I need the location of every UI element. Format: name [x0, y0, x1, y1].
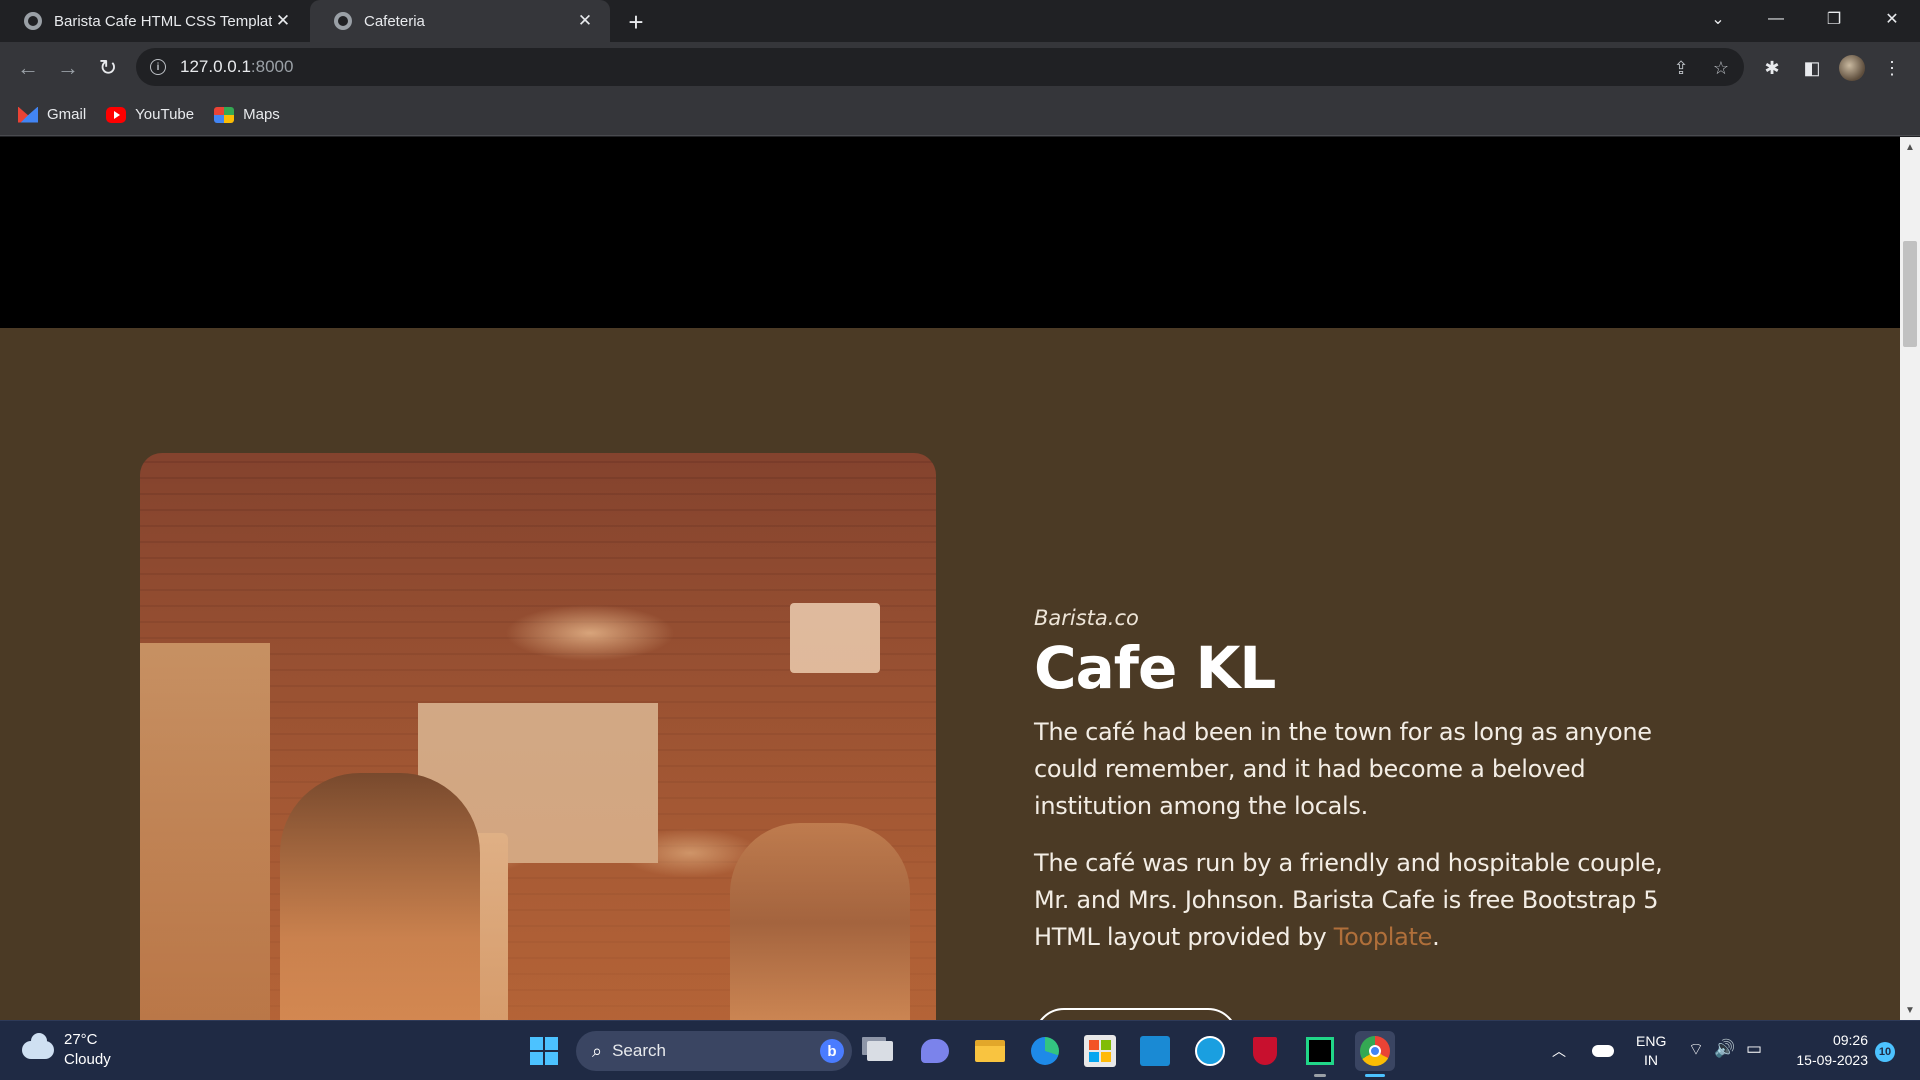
teams-chat-button[interactable] — [915, 1031, 955, 1071]
browser-menu-icon[interactable]: ⋮ — [1876, 52, 1908, 84]
globe-icon — [24, 12, 42, 30]
battery-icon[interactable]: ▭ — [1746, 1039, 1762, 1059]
clock-date[interactable]: 15-09-2023 — [1786, 1052, 1868, 1068]
show-hidden-icons-icon[interactable]: ︿ — [1552, 1041, 1566, 1061]
weather-temperature[interactable]: 27°C — [64, 1031, 98, 1048]
bookmark-label: YouTube — [135, 106, 195, 123]
tab-barista-cafe[interactable]: Barista Cafe HTML CSS Template ✕ — [0, 0, 308, 42]
avatar — [1839, 55, 1865, 81]
about-text-block: Barista.co Cafe KL The café had been in … — [1034, 606, 1694, 956]
search-icon: ⌕ — [592, 1040, 603, 1061]
bookmark-star-icon[interactable]: ☆ — [1710, 57, 1732, 79]
search-placeholder: Search — [612, 1041, 666, 1060]
gmail-icon — [18, 106, 38, 123]
extensions-icon[interactable]: ✱ — [1756, 52, 1788, 84]
task-view-button[interactable] — [860, 1031, 900, 1071]
pycharm-button[interactable] — [1300, 1031, 1340, 1077]
chrome-icon — [1360, 1036, 1390, 1066]
notification-count-badge[interactable]: 10 — [1875, 1042, 1895, 1062]
windows-taskbar: 27°C Cloudy ⌕ Search b ︿ ENG IN ⌔ 🔊 ▭ 09… — [0, 1020, 1920, 1080]
windows-logo-icon — [530, 1037, 558, 1065]
maps-icon — [214, 106, 235, 123]
language-region[interactable]: IN — [1644, 1052, 1658, 1068]
image-overlay — [140, 453, 936, 1020]
bookmark-maps[interactable]: Maps — [214, 106, 280, 123]
tab-cafeteria[interactable]: Cafeteria ✕ — [310, 0, 610, 42]
minimize-button[interactable]: — — [1748, 0, 1804, 38]
bookmark-youtube[interactable]: YouTube — [106, 106, 194, 123]
address-bar[interactable]: i 127.0.0.1 :8000 ⇪ ☆ — [136, 48, 1744, 86]
mcafee-button[interactable] — [1245, 1031, 1285, 1071]
myhp-button[interactable] — [1135, 1031, 1175, 1071]
tab-title: Cafeteria — [364, 12, 425, 30]
get-help-button[interactable] — [1190, 1031, 1230, 1071]
reload-button[interactable]: ↻ — [92, 52, 124, 84]
wifi-icon[interactable]: ⌔ — [1688, 1039, 1704, 1060]
url-port: :8000 — [250, 57, 294, 76]
edge-button[interactable] — [1025, 1031, 1065, 1071]
tooplate-link[interactable]: Tooplate — [1334, 923, 1433, 951]
scroll-up-icon[interactable]: ▲ — [1900, 137, 1920, 157]
edge-icon — [1031, 1037, 1059, 1065]
pycharm-icon — [1306, 1037, 1334, 1065]
youtube-icon — [106, 106, 127, 123]
about-kicker: Barista.co — [1034, 606, 1139, 630]
side-panel-icon[interactable]: ◧ — [1796, 52, 1828, 84]
volume-icon[interactable]: 🔊 — [1714, 1039, 1735, 1059]
page-scrollbar[interactable]: ▲ ▼ — [1900, 137, 1920, 1020]
back-button[interactable]: ← — [12, 52, 44, 84]
restore-button[interactable]: ❐ — [1806, 0, 1862, 38]
onedrive-icon[interactable] — [1592, 1045, 1614, 1057]
scroll-down-icon[interactable]: ▼ — [1900, 1000, 1920, 1020]
taskbar-search[interactable]: ⌕ Search b — [576, 1031, 852, 1071]
start-button[interactable] — [524, 1031, 564, 1071]
about-heading: Cafe KL — [1034, 634, 1276, 702]
bookmarks-bar: Gmail YouTube Maps — [0, 94, 1920, 136]
bookmark-label: Maps — [243, 106, 280, 123]
site-info-icon[interactable]: i — [150, 59, 166, 75]
file-explorer-button[interactable] — [970, 1031, 1010, 1071]
profile-avatar[interactable] — [1836, 52, 1868, 84]
tab-strip: Barista Cafe HTML CSS Template ✕ Cafeter… — [0, 0, 1920, 42]
cloud-weather-icon[interactable] — [22, 1033, 54, 1059]
hero-section-bottom — [0, 137, 1900, 328]
clock-time[interactable]: 09:26 — [1828, 1032, 1868, 1048]
myhp-icon — [1140, 1036, 1170, 1066]
new-tab-button[interactable]: + — [620, 6, 652, 38]
bookmark-gmail[interactable]: Gmail — [18, 106, 86, 123]
store-button[interactable] — [1080, 1031, 1120, 1071]
tab-search-icon[interactable]: ⌄ — [1690, 0, 1746, 38]
about-paragraph-1: The café had been in the town for as lon… — [1034, 718, 1652, 820]
about-paragraph-2: The café was run by a friendly and hospi… — [1034, 845, 1694, 956]
globe-icon — [334, 12, 352, 30]
window-close-button[interactable]: ✕ — [1864, 0, 1920, 38]
url-host: 127.0.0.1 — [180, 57, 251, 76]
close-tab-icon[interactable]: ✕ — [272, 10, 294, 32]
chrome-button[interactable] — [1355, 1031, 1395, 1077]
task-view-icon — [867, 1041, 893, 1061]
language-indicator[interactable]: ENG — [1636, 1033, 1666, 1049]
page-viewport: Barista.co Cafe KL The café had been in … — [0, 137, 1900, 1020]
folder-icon — [975, 1040, 1005, 1062]
about-cta-button[interactable] — [1034, 1008, 1238, 1020]
forward-button[interactable]: → — [52, 52, 84, 84]
mcafee-shield-icon — [1253, 1037, 1277, 1065]
store-icon — [1084, 1035, 1116, 1067]
bookmark-label: Gmail — [47, 106, 87, 123]
bing-icon[interactable]: b — [820, 1039, 844, 1063]
help-icon — [1195, 1036, 1225, 1066]
cafe-interior-image — [140, 453, 936, 1020]
close-tab-icon[interactable]: ✕ — [574, 10, 596, 32]
tab-title: Barista Cafe HTML CSS Template — [54, 12, 272, 30]
browser-toolbar: ← → ↻ i 127.0.0.1 :8000 ⇪ ☆ ✱ ◧ ⋮ — [0, 42, 1920, 94]
about-paragraph-2-end: . — [1432, 923, 1440, 951]
weather-condition[interactable]: Cloudy — [64, 1051, 111, 1068]
scroll-thumb[interactable] — [1903, 241, 1917, 347]
chat-icon — [921, 1039, 949, 1063]
share-icon[interactable]: ⇪ — [1670, 57, 1692, 79]
